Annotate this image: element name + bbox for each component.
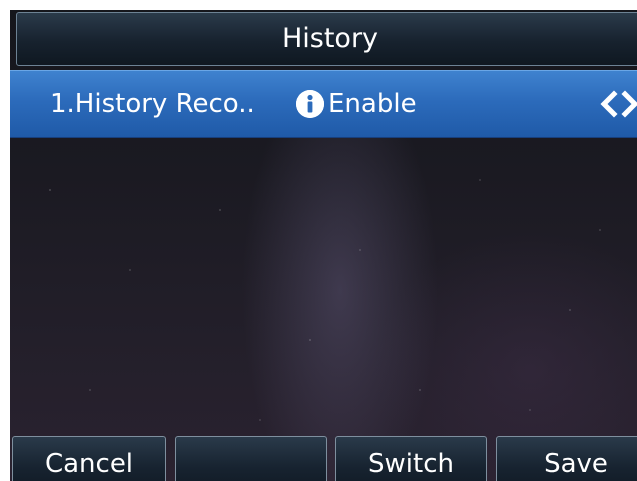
info-icon	[296, 90, 324, 118]
title-bar: History	[16, 12, 637, 66]
left-right-arrows-icon[interactable]	[598, 90, 637, 118]
page-title: History	[281, 23, 379, 54]
phone-screen: History 1.History Reco.. Enable Cancel S…	[10, 10, 637, 481]
history-record-label: 1.History Reco..	[50, 89, 255, 119]
cancel-softkey[interactable]: Cancel	[12, 436, 166, 481]
history-record-value: Enable	[328, 89, 417, 119]
switch-softkey[interactable]: Switch	[335, 436, 487, 481]
empty-softkey[interactable]	[175, 436, 327, 481]
save-softkey[interactable]: Save	[496, 436, 637, 481]
history-record-row[interactable]: 1.History Reco.. Enable	[10, 70, 637, 138]
